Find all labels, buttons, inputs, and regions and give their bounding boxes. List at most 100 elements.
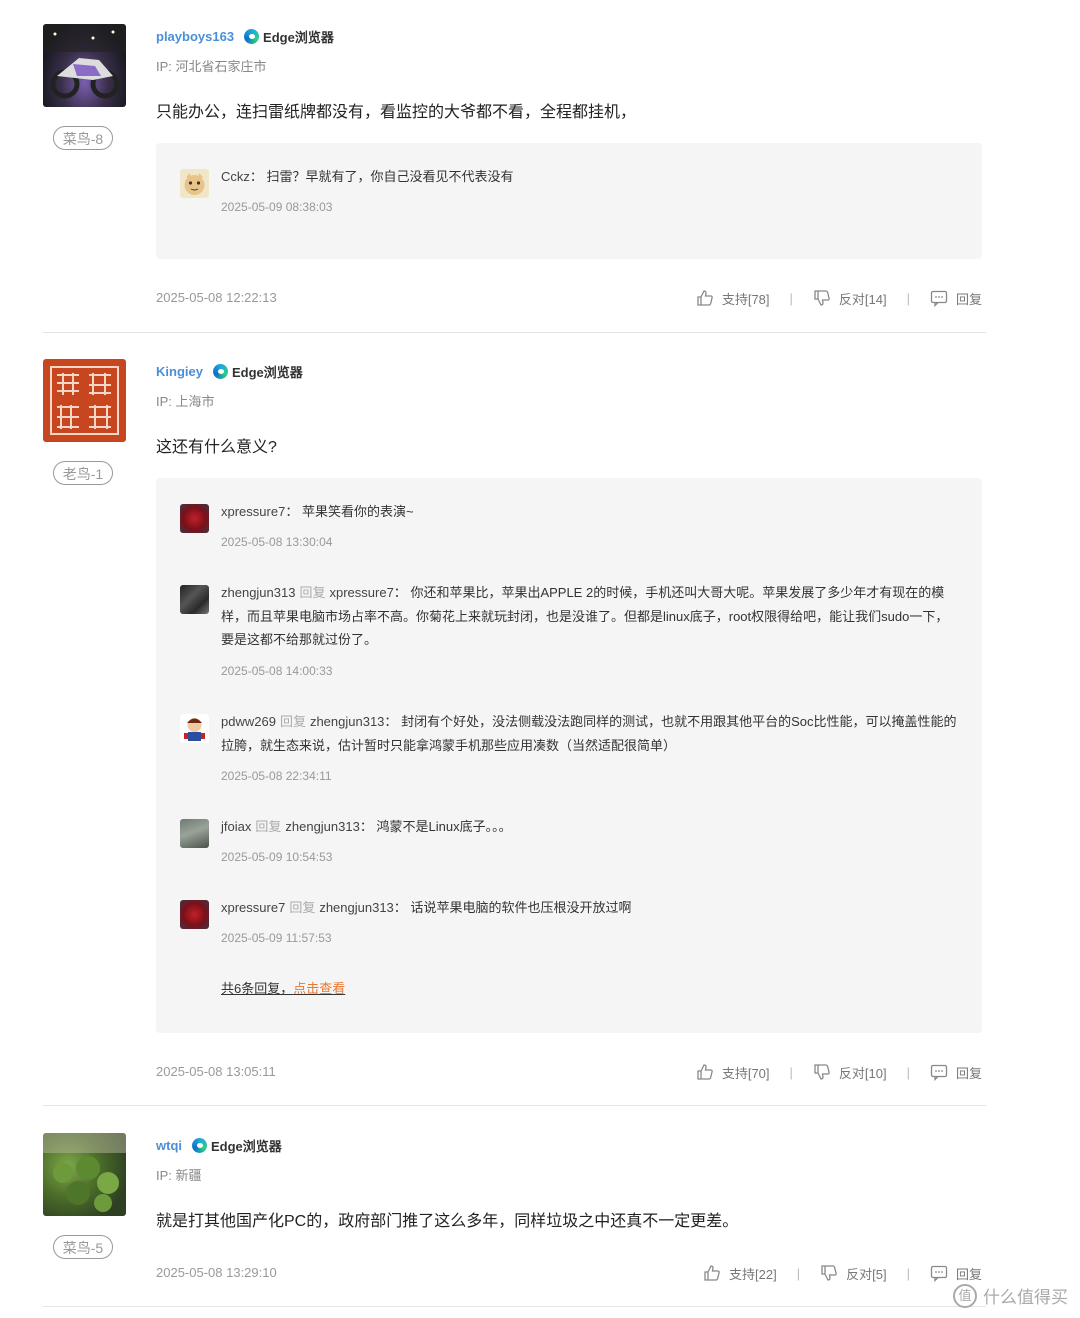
avatar[interactable] bbox=[43, 1133, 126, 1216]
avatar[interactable] bbox=[43, 359, 126, 442]
reply-to-label: 回复 bbox=[255, 819, 282, 834]
reply-avatar[interactable] bbox=[180, 714, 209, 743]
support-count: 支持[22] bbox=[729, 1266, 777, 1282]
reply-text: Cckz： 扫雷？早就有了，你自己没看见不代表没有 bbox=[221, 165, 961, 189]
comment-time: 2025-05-08 12:22:13 bbox=[156, 290, 277, 305]
reply-content: 鸿蒙不是Linux底子。。。 bbox=[376, 819, 512, 834]
divider bbox=[43, 332, 986, 333]
reply-username[interactable]: zhengjun313 bbox=[221, 585, 295, 600]
edge-browser-icon bbox=[244, 28, 260, 44]
reply-username[interactable]: xpressure7 bbox=[221, 900, 285, 915]
plant-photo-icon bbox=[43, 1133, 126, 1212]
colon: ： bbox=[359, 819, 373, 834]
reply-button[interactable]: 回复 bbox=[930, 1063, 982, 1082]
oppose-count: 反对[5] bbox=[846, 1266, 887, 1282]
comment-icon bbox=[930, 1265, 948, 1282]
reply-avatar[interactable] bbox=[180, 504, 209, 533]
ip-location: IP: 河北省石家庄市 bbox=[156, 59, 267, 74]
reply-avatar[interactable] bbox=[180, 169, 209, 198]
oppose-count: 反对[10] bbox=[838, 1065, 887, 1081]
thumbs-up-icon bbox=[697, 290, 713, 306]
browser-label: Edge浏览器 bbox=[263, 29, 334, 45]
reply-count-text: 共6条回复， bbox=[221, 981, 294, 996]
support-count: 支持[78] bbox=[721, 291, 770, 307]
support-button[interactable]: 支持[78] bbox=[696, 289, 770, 308]
reply-text: zhengjun313 回复 xpressure7： 你还和苹果比，苹果出APPLE… bbox=[221, 581, 961, 652]
oppose-count: 反对[14] bbox=[838, 291, 887, 307]
view-all-replies-link[interactable]: 共6条回复，点击查看 bbox=[221, 978, 345, 997]
comment-text: 这还有什么意义? bbox=[156, 439, 277, 456]
browser-label: Edge浏览器 bbox=[211, 1138, 282, 1154]
separator: | bbox=[789, 290, 793, 306]
reply-button[interactable]: 回复 bbox=[930, 1264, 982, 1283]
reply-content: 话说苹果电脑的软件也压根没开放过啊 bbox=[410, 900, 632, 915]
reply-username[interactable]: xpressure7 bbox=[221, 504, 285, 519]
comment-text: 就是打其他国产化PC的，政府部门推了这么多年，同样垃圾之中还真不一定更差。 bbox=[156, 1213, 739, 1230]
colon: ： bbox=[285, 504, 299, 519]
reply-to-label: 回复 bbox=[289, 900, 316, 915]
comment-icon bbox=[930, 290, 948, 307]
separator: | bbox=[796, 1265, 801, 1281]
reply-to-label: 回复 bbox=[279, 714, 306, 729]
reply-target-username[interactable]: zhengjun313 bbox=[285, 819, 359, 834]
reply-avatar[interactable] bbox=[180, 819, 209, 848]
character-avatar-icon bbox=[184, 718, 205, 741]
reply-content: 扫雷？早就有了，你自己没看见不代表没有 bbox=[266, 169, 514, 184]
watermark-text: 什么值得买 bbox=[983, 1288, 1068, 1307]
username-link[interactable]: wtqi bbox=[156, 1138, 182, 1153]
view-more-link[interactable]: 点击查看 bbox=[293, 981, 345, 996]
thumbs-down-icon bbox=[814, 290, 830, 306]
reply-time: 2025-05-09 10:54:53 bbox=[221, 850, 333, 864]
reply-text: xpressure7： 苹果笑看你的表演~ bbox=[221, 500, 961, 524]
reply-username[interactable]: pdww269 bbox=[221, 714, 276, 729]
oppose-button[interactable]: 反对[14] bbox=[813, 289, 887, 308]
separator: | bbox=[906, 290, 910, 306]
support-button[interactable]: 支持[70] bbox=[696, 1063, 770, 1082]
reply-content: 苹果笑看你的表演~ bbox=[301, 504, 414, 519]
separator: | bbox=[906, 1064, 910, 1080]
support-count: 支持[70] bbox=[721, 1065, 770, 1081]
comment-header: Kingiey Edge浏览器 bbox=[156, 361, 303, 381]
reply-button[interactable]: 回复 bbox=[930, 289, 982, 308]
username-link[interactable]: Kingiey bbox=[156, 364, 203, 379]
reply-avatar[interactable] bbox=[180, 900, 209, 929]
reply-label: 回复 bbox=[955, 1065, 982, 1081]
reply-avatar[interactable] bbox=[180, 585, 209, 614]
thumbs-down-icon bbox=[821, 1265, 837, 1281]
comment-actions: 支持[22] | 反对[5] | 回复 bbox=[703, 1263, 982, 1283]
reply-time: 2025-05-09 08:38:03 bbox=[221, 200, 333, 214]
reply-target-username[interactable]: zhengjun313 bbox=[319, 900, 393, 915]
divider bbox=[43, 1306, 986, 1307]
comment-time: 2025-05-08 13:29:10 bbox=[156, 1265, 277, 1280]
avatar[interactable] bbox=[43, 24, 126, 107]
ip-location: IP: 新疆 bbox=[156, 1168, 202, 1183]
comment-footer: 2025-05-08 12:22:13 支持[78] | 反对[14] | 回复 bbox=[156, 288, 982, 308]
ip-location: IP: 上海市 bbox=[156, 394, 215, 409]
reply-label: 回复 bbox=[955, 1266, 982, 1282]
watermark: 值 什么值得买 bbox=[953, 1283, 1068, 1308]
reply-target-username[interactable]: xpressure7 bbox=[329, 585, 393, 600]
comment-text: 只能办公，连扫雷纸牌都没有，看监控的大爷都不看，全程都挂机， bbox=[156, 104, 637, 121]
oppose-button[interactable]: 反对[10] bbox=[813, 1063, 887, 1082]
colon: ： bbox=[393, 585, 407, 600]
thumbs-down-icon bbox=[814, 1064, 830, 1080]
motorcycle-icon bbox=[43, 24, 126, 99]
username-link[interactable]: playboys163 bbox=[156, 29, 234, 44]
comment-icon bbox=[930, 1064, 948, 1081]
comment-header: wtqi Edge浏览器 bbox=[156, 1135, 282, 1155]
separator: | bbox=[789, 1064, 793, 1080]
reply-username[interactable]: jfoiax bbox=[221, 819, 251, 834]
comment-footer: 2025-05-08 13:05:11 支持[70] | 反对[10] | 回复 bbox=[156, 1062, 982, 1082]
reply-target-username[interactable]: zhengjun313 bbox=[310, 714, 384, 729]
comment-time: 2025-05-08 13:05:11 bbox=[156, 1064, 276, 1079]
comment-footer: 2025-05-08 13:29:10 支持[22] | 反对[5] | 回复 bbox=[156, 1263, 982, 1283]
edge-browser-icon bbox=[212, 363, 228, 379]
separator: | bbox=[906, 1265, 910, 1281]
oppose-button[interactable]: 反对[5] bbox=[820, 1264, 887, 1283]
reply-box: Cckz： 扫雷？早就有了，你自己没看见不代表没有 2025-05-09 08:… bbox=[156, 143, 982, 259]
reply-username[interactable]: Cckz bbox=[221, 169, 250, 184]
support-button[interactable]: 支持[22] bbox=[703, 1264, 777, 1283]
thumbs-up-icon bbox=[697, 1064, 713, 1080]
colon: ： bbox=[393, 900, 407, 915]
cat-avatar-icon bbox=[184, 173, 205, 195]
